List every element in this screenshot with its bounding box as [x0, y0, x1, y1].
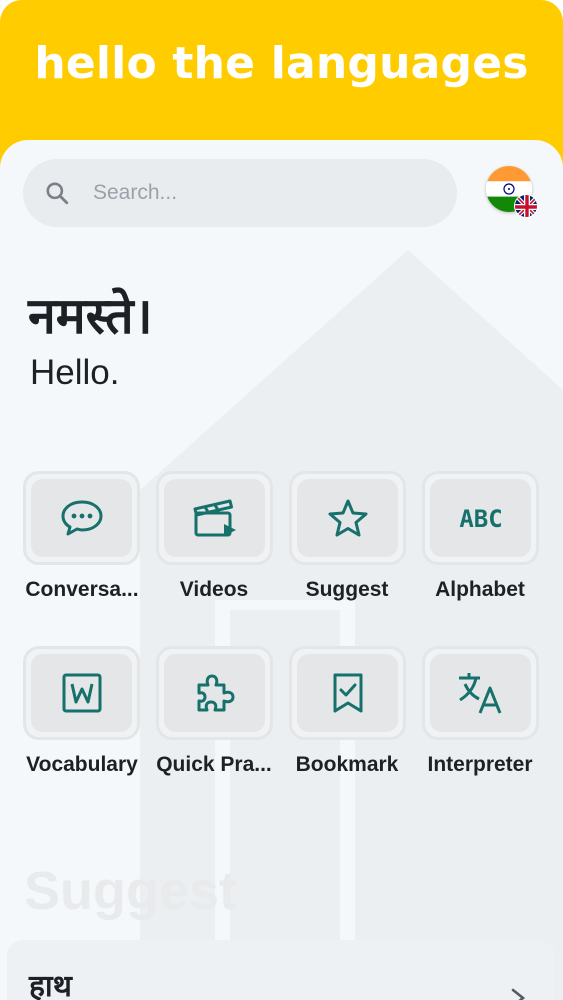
svg-text:ABC: ABC	[459, 505, 502, 533]
suggest-item-word: हाथ	[29, 969, 72, 1000]
search-icon	[43, 179, 71, 207]
clapperboard-icon	[193, 499, 236, 537]
alphabet-button[interactable]: ABC	[422, 471, 539, 565]
app-screen: hello the languages Search... नमस्ते। He…	[0, 0, 563, 1000]
vocabulary-label: Vocabulary	[26, 753, 138, 776]
puzzle-icon	[197, 674, 234, 712]
videos-label: Videos	[179, 578, 249, 601]
interpreter-button[interactable]	[422, 646, 539, 740]
word-document-icon	[62, 673, 101, 713]
suggest-item[interactable]: हाथ	[7, 940, 555, 1000]
content-sheet: नमस्ते। Hello. Conversa...	[0, 140, 563, 1000]
app-title: hello the languages	[34, 38, 529, 89]
suggest-section-heading: Suggest	[24, 861, 238, 921]
chat-bubble-icon	[61, 500, 102, 536]
bookmark-button[interactable]	[289, 646, 406, 740]
conversation-label: Conversa...	[25, 578, 139, 601]
language-switcher[interactable]	[486, 166, 538, 218]
bookmark-label: Bookmark	[295, 753, 399, 776]
suggest-label: Suggest	[305, 578, 389, 601]
search-input[interactable]	[93, 181, 393, 205]
videos-button[interactable]	[156, 471, 273, 565]
conversation-button[interactable]	[23, 471, 140, 565]
alphabet-label: Alphabet	[435, 578, 525, 601]
star-icon	[328, 499, 367, 537]
vocabulary-button[interactable]	[23, 646, 140, 740]
translate-icon	[458, 673, 501, 714]
search-bar[interactable]	[23, 159, 457, 227]
abc-icon: ABC	[459, 505, 502, 533]
chevron-right-icon	[511, 988, 526, 1000]
greeting-native: नमस्ते।	[28, 287, 153, 345]
quick-practice-button[interactable]	[156, 646, 273, 740]
uk-flag-icon	[514, 194, 538, 218]
suggest-button[interactable]	[289, 471, 406, 565]
bookmark-check-icon	[333, 673, 362, 713]
quick-practice-label: Quick Pra...	[156, 753, 272, 776]
greeting-translation: Hello.	[30, 353, 120, 392]
interpreter-label: Interpreter	[427, 753, 533, 776]
